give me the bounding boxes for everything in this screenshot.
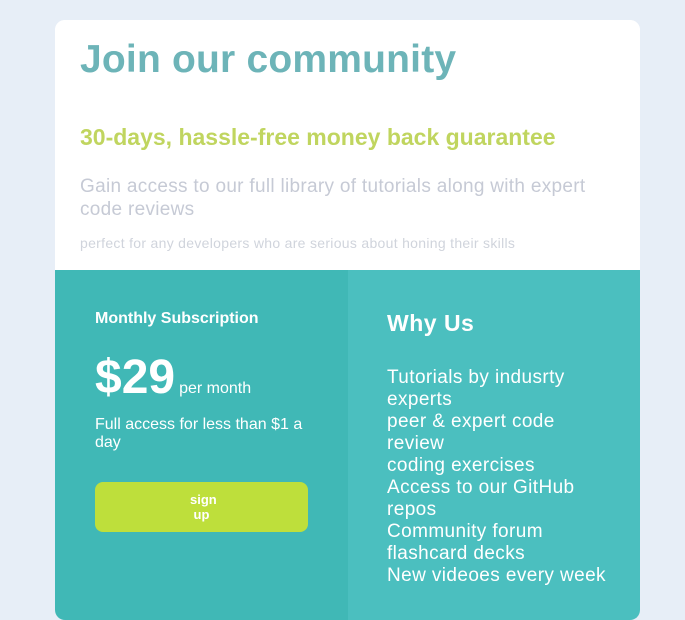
pricing-card: Join our community 30-days, hassle-free … bbox=[55, 20, 640, 620]
subscription-description: Full access for less than $1 a day bbox=[95, 416, 303, 451]
why-us-item: peer & expert code review bbox=[387, 411, 555, 454]
why-us-item: Tutorials by indusrty experts bbox=[387, 367, 565, 410]
why-us-item: Community forum bbox=[387, 521, 543, 542]
subscription-panel: Monthly Subscription $29 per month Full a… bbox=[55, 270, 348, 620]
sub-text: perfect for any developers who are serio… bbox=[80, 235, 516, 251]
card-header: Join our community 30-days, hassle-free … bbox=[55, 20, 640, 270]
why-us-item: flashcard decks bbox=[387, 543, 526, 564]
sign-up-button[interactable]: sign up bbox=[95, 482, 308, 532]
card-body: Monthly Subscription $29 per month Full a… bbox=[55, 270, 640, 620]
price-period: per month bbox=[179, 380, 252, 397]
why-us-title: Why Us bbox=[387, 310, 475, 336]
subscription-label: Monthly Subscription bbox=[95, 310, 259, 327]
lead-text: Gain access to our full library of tutor… bbox=[80, 176, 586, 220]
why-us-item: coding exercises bbox=[387, 455, 535, 476]
page-title: Join our community bbox=[80, 38, 457, 81]
why-us-item: Access to our GitHub repos bbox=[387, 477, 575, 520]
why-us-panel: Why Us Tutorials by indusrty experts pee… bbox=[348, 270, 640, 620]
price-amount: $29 bbox=[95, 351, 176, 404]
price-row: $29 per month bbox=[95, 350, 251, 405]
guarantee-heading: 30-days, hassle-free money back guarante… bbox=[80, 124, 556, 150]
why-us-list: Tutorials by indusrty experts peer & exp… bbox=[387, 367, 617, 587]
